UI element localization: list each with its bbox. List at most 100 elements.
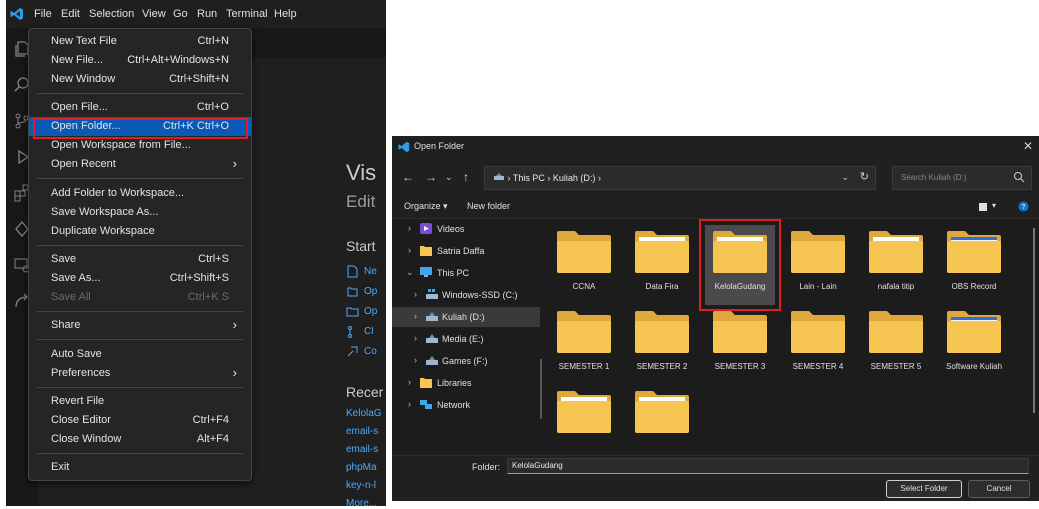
folder-tile[interactable]: SEMESTER 4 — [783, 305, 853, 385]
breadcrumb-this-pc[interactable]: This PC — [513, 173, 545, 183]
chevron-down-icon[interactable]: ▾ — [992, 201, 996, 210]
menu-save-as[interactable]: Save As... Ctrl+Shift+S — [29, 269, 251, 288]
search-box[interactable]: Search Kuliah (D:) — [892, 166, 1032, 190]
menu-revert-file[interactable]: Revert File — [29, 392, 251, 411]
menu-close-editor[interactable]: Close Editor Ctrl+F4 — [29, 411, 251, 430]
chevron-right-icon[interactable]: › — [408, 399, 411, 409]
nav-item-label: Media (E:) — [442, 334, 484, 344]
folder-tile[interactable]: Data Fira — [627, 225, 697, 305]
start-open-file-link[interactable]: Op — [346, 284, 386, 300]
nav-item-windows-ssd[interactable]: › Windows-SSD (C:) — [392, 285, 540, 305]
chevron-right-icon[interactable]: › — [408, 245, 411, 255]
menu-new-text-file[interactable]: New Text File Ctrl+N — [29, 32, 251, 51]
chevron-down-icon[interactable]: ⌄ — [841, 172, 849, 183]
start-open-folder-link[interactable]: Op — [346, 304, 386, 320]
menu-file[interactable]: File — [34, 8, 52, 20]
menu-auto-save[interactable]: Auto Save — [29, 345, 251, 364]
menu-terminal[interactable]: Terminal — [226, 8, 268, 20]
cancel-button[interactable]: Cancel — [968, 480, 1030, 498]
folder-tile[interactable]: Lain - Lain — [783, 225, 853, 305]
close-icon[interactable]: ✕ — [1023, 139, 1033, 153]
nav-item-libraries[interactable]: › Libraries — [392, 373, 540, 393]
folder-tile[interactable]: Software Kuliah — [939, 305, 1009, 385]
menu-new-window[interactable]: New Window Ctrl+Shift+N — [29, 70, 251, 89]
nav-item-label: Libraries — [437, 378, 472, 388]
recent-item[interactable]: email-s — [346, 444, 386, 455]
breadcrumb-sep: › — [547, 173, 551, 183]
nav-item-videos[interactable]: › Videos — [392, 219, 540, 239]
menu-open-file[interactable]: Open File... Ctrl+O — [29, 98, 251, 117]
menu-preferences[interactable]: Preferences › — [29, 364, 251, 383]
recent-item[interactable]: phpMa — [346, 462, 386, 473]
folder-tile[interactable]: SEMESTER 3 — [705, 305, 775, 385]
view-options-icon[interactable] — [978, 202, 988, 212]
folder-name-input[interactable]: KelolaGudang — [507, 458, 1029, 474]
more-recent-link[interactable]: More... — [346, 498, 386, 509]
menu-save-workspace-as[interactable]: Save Workspace As... — [29, 203, 251, 222]
organize-button[interactable]: Organize ▾ — [404, 201, 448, 212]
start-new-file-link[interactable]: Ne — [346, 264, 386, 280]
start-clone-link[interactable]: Cl — [346, 324, 386, 340]
refresh-icon[interactable]: ↻ — [860, 170, 869, 183]
folder-tile[interactable]: SEMESTER 5 — [861, 305, 931, 385]
select-folder-button[interactable]: Select Folder — [886, 480, 962, 498]
menu-save[interactable]: Save Ctrl+S — [29, 250, 251, 269]
menu-run[interactable]: Run — [197, 8, 217, 20]
menu-item-label: Preferences — [51, 367, 111, 379]
forward-arrow-icon[interactable]: → — [425, 170, 437, 184]
nav-item-this-pc[interactable]: ⌄ This PC — [392, 263, 540, 283]
menu-go[interactable]: Go — [173, 8, 188, 20]
nav-item-satria-daffa[interactable]: › Satria Daffa — [392, 241, 540, 261]
help-icon[interactable]: ? — [1018, 201, 1029, 212]
menu-exit[interactable]: Exit — [29, 458, 251, 477]
chevron-right-icon[interactable]: › — [414, 289, 417, 299]
folder-tile[interactable]: nafala titip — [861, 225, 931, 305]
chevron-right-icon[interactable]: › — [408, 223, 411, 233]
folder-tile[interactable]: SEMESTER 1 — [549, 305, 619, 385]
folder-tile[interactable] — [627, 385, 697, 465]
menu-add-folder-to-workspace[interactable]: Add Folder to Workspace... — [29, 184, 251, 203]
menu-new-file[interactable]: New File... Ctrl+Alt+Windows+N — [29, 51, 251, 70]
menu-save-all[interactable]: Save All Ctrl+K S — [29, 288, 251, 307]
nav-item-network[interactable]: › Network — [392, 395, 540, 415]
nav-item-games[interactable]: › Games (F:) — [392, 351, 540, 371]
content-scrollbar[interactable] — [1033, 228, 1035, 413]
recent-item[interactable]: email-s — [346, 426, 386, 437]
chevron-right-icon: › — [232, 365, 237, 380]
menu-selection[interactable]: Selection — [89, 8, 134, 20]
folder-tile[interactable] — [549, 385, 619, 465]
breadcrumb-kuliah[interactable]: Kuliah (D:) — [553, 173, 596, 183]
address-bar[interactable]: › This PC › Kuliah (D:) › ⌄ ↻ — [484, 166, 876, 190]
new-folder-button[interactable]: New folder — [467, 201, 510, 211]
folder-tile[interactable]: SEMESTER 2 — [627, 305, 697, 385]
menu-share[interactable]: Share › — [29, 316, 251, 335]
menu-open-workspace[interactable]: Open Workspace from File... — [29, 136, 251, 155]
vscode-logo-icon — [10, 8, 23, 20]
folder-icon — [947, 311, 1001, 353]
menu-edit[interactable]: Edit — [61, 8, 80, 20]
menu-view[interactable]: View — [142, 8, 166, 20]
nav-item-media[interactable]: › Media (E:) — [392, 329, 540, 349]
folder-icon — [791, 311, 845, 353]
back-arrow-icon[interactable]: ← — [402, 170, 414, 184]
menu-close-window[interactable]: Close Window Alt+F4 — [29, 430, 251, 449]
nav-item-label: Windows-SSD (C:) — [442, 290, 518, 300]
chevron-down-icon[interactable]: ⌄ — [406, 267, 414, 278]
chevron-right-icon[interactable]: › — [414, 311, 417, 321]
recent-locations-icon[interactable]: ⌄ — [445, 172, 453, 183]
nav-item-kuliah[interactable]: › Kuliah (D:) — [392, 307, 540, 327]
chevron-right-icon[interactable]: › — [408, 377, 411, 387]
folder-tile[interactable]: OBS Record — [939, 225, 1009, 305]
recent-item[interactable]: key-n-l — [346, 480, 386, 491]
menu-help[interactable]: Help — [274, 8, 297, 20]
chevron-right-icon[interactable]: › — [414, 355, 417, 365]
folder-tile[interactable]: CCNA — [549, 225, 619, 305]
up-arrow-icon[interactable]: ↑ — [463, 170, 469, 184]
recent-item[interactable]: KelolaG — [346, 408, 386, 419]
dialog-titlebar: Open Folder ✕ — [392, 136, 1039, 158]
menu-item-label: Revert File — [51, 395, 105, 407]
start-connect-link[interactable]: Co — [346, 344, 386, 360]
chevron-right-icon[interactable]: › — [414, 333, 417, 343]
menu-open-recent[interactable]: Open Recent › — [29, 155, 251, 174]
menu-duplicate-workspace[interactable]: Duplicate Workspace — [29, 222, 251, 241]
